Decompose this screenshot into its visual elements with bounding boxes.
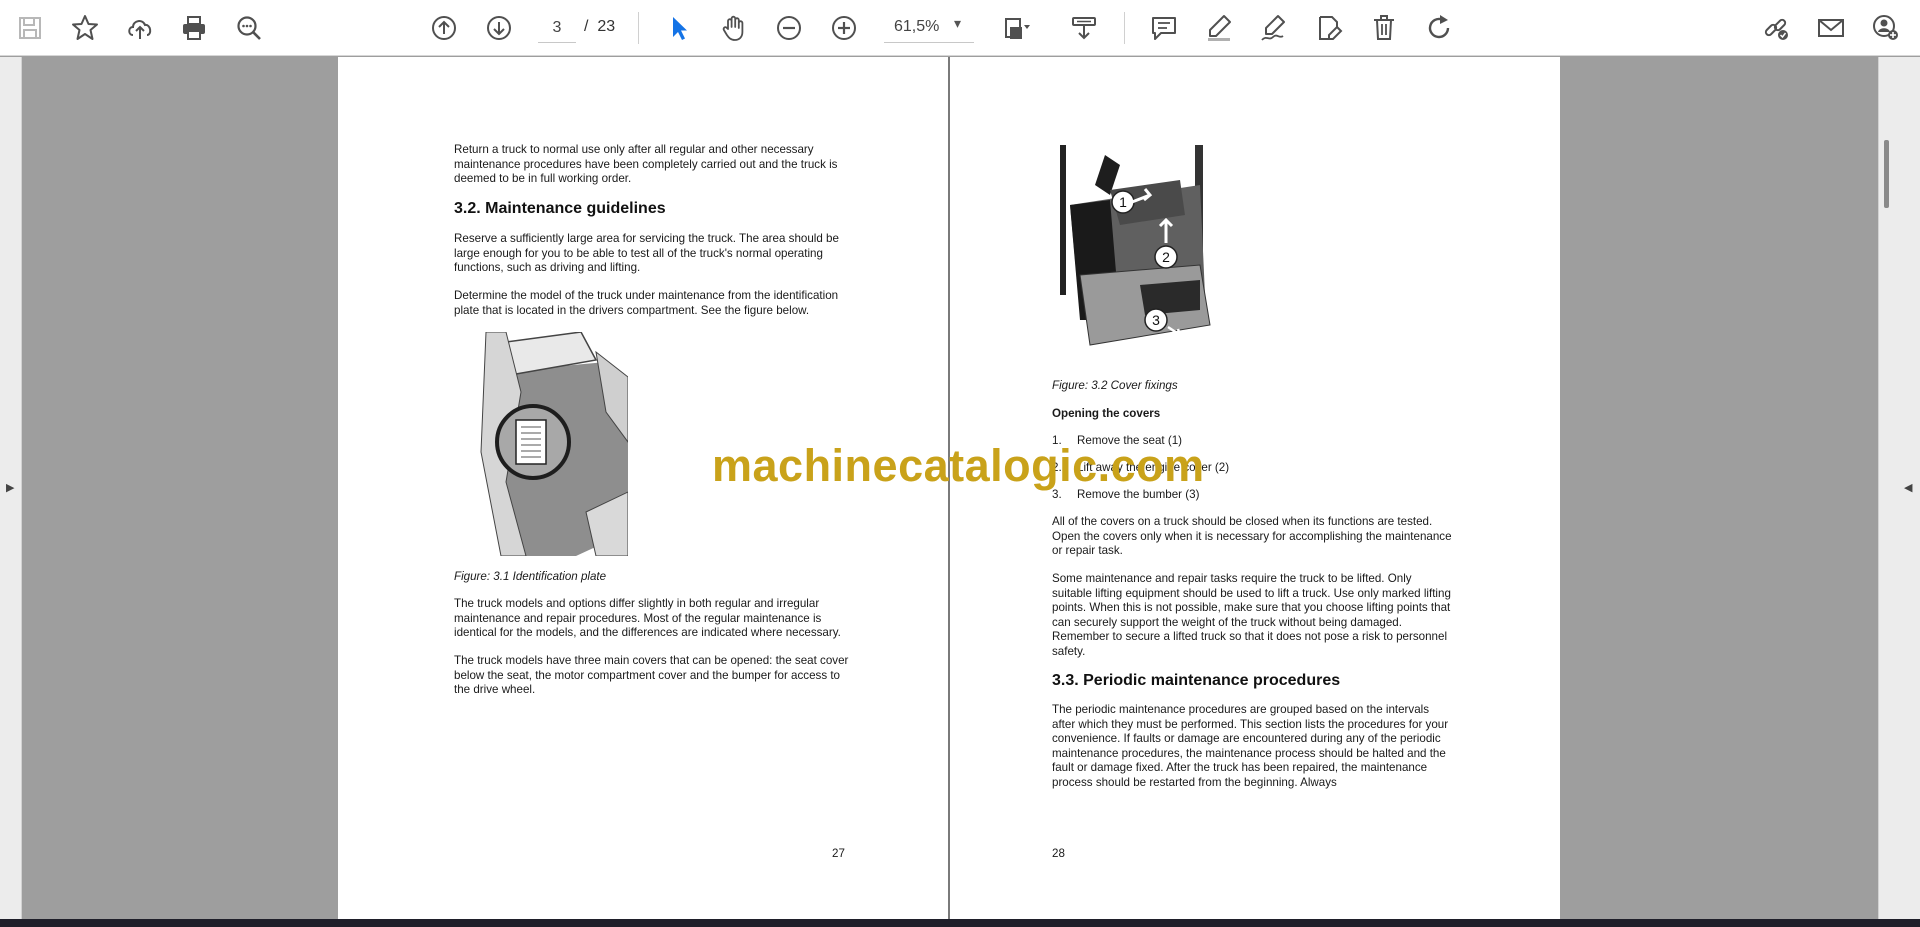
zoom-search-icon [237,16,261,40]
share-link-button[interactable] [1756,8,1796,48]
select-cursor-icon [673,17,687,40]
identification-plate-figure [476,332,628,556]
upload-button[interactable] [120,8,160,48]
paragraph: The periodic maintenance procedures are … [1052,703,1449,789]
page-count: / 23 [584,18,616,35]
paragraph: Reserve a sufficiently large area for se… [454,232,839,275]
toolbar-separator [638,12,639,44]
page-number: 27 [832,847,845,860]
page-up-icon [432,16,456,40]
main-toolbar: / 23 61,5% ▾ [0,0,1920,56]
toolbar-separator [1124,12,1125,44]
paragraph: Some maintenance and repair tasks requir… [1052,572,1451,658]
mail-icon [1818,19,1844,37]
zoom-out-icon [777,16,801,40]
chevron-down-icon: ▾ [954,15,962,31]
scroll-mode-icon [1072,17,1096,40]
cover-fixings-figure: 1 2 3 [1050,145,1225,355]
paragraph: The truck models and options differ slig… [454,597,841,640]
next-page-button[interactable] [479,8,519,48]
email-button[interactable] [1811,8,1851,48]
cloud-upload-icon [128,20,152,39]
zoom-in-icon [832,16,856,40]
highlight-pen-icon [1208,15,1231,41]
draw-button[interactable] [1254,8,1294,48]
bookmark-star-icon [72,15,98,40]
subheading: Opening the covers [1052,407,1161,420]
select-tool-button[interactable] [659,8,699,48]
vertical-scrollbar-thumb[interactable] [1884,140,1889,208]
delete-icon [1374,15,1394,40]
figure-caption: Figure: 3.1 Identification plate [454,570,607,583]
bookmark-button[interactable] [65,8,105,48]
rotate-button[interactable] [1419,8,1459,48]
hand-tool-button[interactable] [714,8,754,48]
edit-text-button[interactable] [1309,8,1349,48]
left-panel-rail: ▶ [0,57,22,919]
expand-left-panel-icon[interactable]: ▶ [6,481,14,494]
page-number: 28 [1052,847,1065,860]
zoom-in-button[interactable] [824,8,864,48]
taskbar-strip [0,919,1920,927]
zoom-level-select[interactable]: 61,5% ▾ [884,13,974,43]
figure-label: 1 [1119,194,1127,210]
comment-button[interactable] [1144,8,1184,48]
print-button[interactable] [174,8,214,48]
add-user-button[interactable] [1866,8,1906,48]
figure-caption: Figure: 3.2 Cover fixings [1052,379,1178,392]
zoom-level-value: 61,5% [894,18,940,35]
signature-icon [1261,15,1285,41]
delete-button[interactable] [1364,8,1404,48]
pdf-viewer-app: / 23 61,5% ▾ [0,0,1920,927]
page-fit-icon [1005,18,1030,39]
scroll-mode-button[interactable] [1064,8,1104,48]
paragraph: All of the covers on a truck should be c… [1052,515,1452,558]
page-fit-button[interactable] [996,8,1036,48]
link-share-icon [1764,18,1788,40]
paragraph: Determine the model of the truck under m… [454,289,839,317]
rotate-icon [1428,15,1450,39]
figure-label: 2 [1162,249,1170,265]
watermark-text: machinecatalogic.com [712,440,1205,491]
highlight-button[interactable] [1199,8,1239,48]
paragraph: The truck models have three main covers … [454,654,849,697]
edit-text-icon [1319,16,1343,40]
add-user-icon [1873,15,1898,40]
paragraph: Return a truck to normal use only after … [454,143,838,186]
section-heading: 3.2. Maintenance guidelines [454,200,666,217]
save-icon [19,17,41,39]
save-button[interactable] [10,8,50,48]
previous-page-button[interactable] [424,8,464,48]
section-heading: 3.3. Periodic maintenance procedures [1052,672,1341,689]
page-number-input[interactable] [538,13,576,43]
comment-icon [1152,17,1176,40]
print-icon [183,16,205,40]
figure-label: 3 [1152,312,1160,328]
hand-pan-icon [722,15,744,41]
zoom-out-button[interactable] [769,8,809,48]
page-down-icon [487,16,511,40]
find-zoom-button[interactable] [229,8,269,48]
expand-right-panel-icon[interactable]: ◀ [1904,481,1912,494]
